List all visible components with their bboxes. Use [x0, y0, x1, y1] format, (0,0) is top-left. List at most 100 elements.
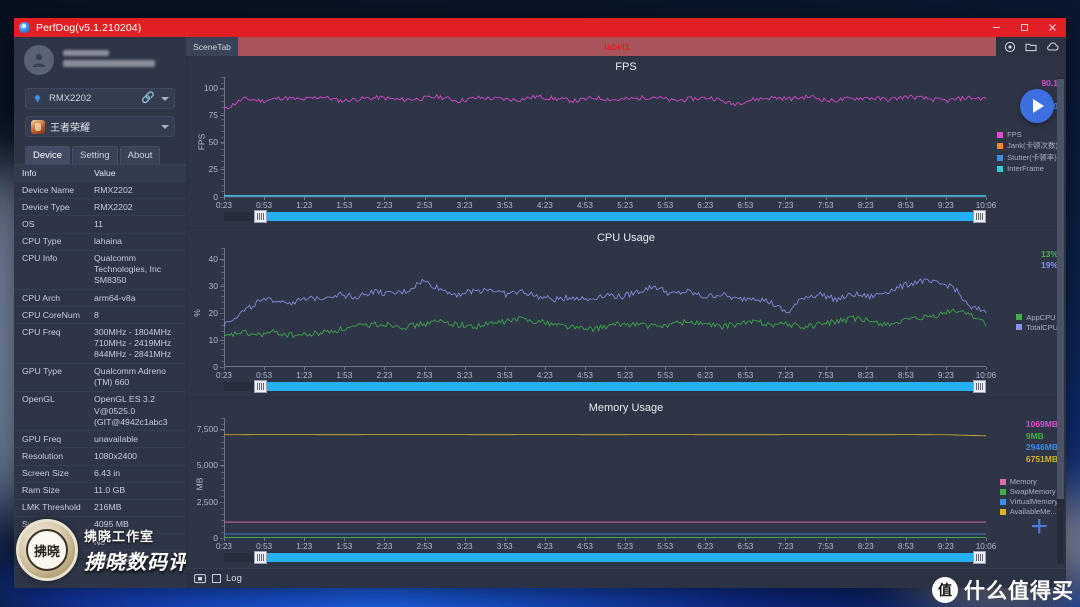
table-row: Screen Size 6.43 in	[14, 466, 186, 483]
slider-handle-left[interactable]	[254, 551, 268, 565]
slider-handle-right[interactable]	[973, 380, 986, 394]
legend-item[interactable]: FPS	[997, 130, 1058, 139]
x-tick-label: 2:23	[376, 200, 393, 210]
legend-item[interactable]: Jank(卡顿次数)	[997, 140, 1058, 151]
close-button[interactable]	[1038, 18, 1066, 37]
info-value: Qualcomm Adreno (TM) 660	[94, 366, 166, 388]
legend-item[interactable]: AvailableMe...	[999, 507, 1058, 516]
x-tick-label: 7:23	[777, 200, 794, 210]
x-tick-label: 6:53	[737, 371, 754, 381]
info-value: unavailable	[94, 433, 138, 444]
app-selector-value: 王者荣耀	[50, 123, 90, 134]
legend-label: Memory	[1009, 477, 1037, 487]
time-range-slider[interactable]	[224, 551, 986, 565]
legend-item[interactable]: AppCPU	[1016, 313, 1058, 322]
x-tick-label: 1:23	[296, 371, 313, 381]
info-key: Root	[22, 536, 41, 547]
info-value: 11	[94, 218, 104, 229]
tab-device[interactable]: Device	[25, 146, 71, 164]
legend-label: Stutter(卡顿率)	[1007, 153, 1057, 162]
chart-readouts: 1069MB 9MB 2946MB 6751MB	[1026, 419, 1058, 465]
info-value: 6.43 in	[94, 468, 121, 478]
chart-legend: FPS Jank(卡顿次数) Stutter(卡顿率) InterFrame	[997, 130, 1058, 174]
cloud-icon[interactable]	[1046, 41, 1059, 53]
slider-fill[interactable]	[262, 382, 986, 392]
x-tick-mark	[384, 196, 386, 200]
legend-item[interactable]: TotalCPU	[1016, 323, 1058, 332]
slider-handle-left[interactable]	[254, 209, 268, 223]
x-tick-label: 8:23	[857, 542, 874, 552]
x-tick-mark	[905, 367, 907, 371]
time-range-slider[interactable]	[224, 380, 986, 394]
table-row: CPU Arch arm64-v8a	[14, 290, 186, 308]
x-tick-mark	[504, 196, 506, 200]
log-checkbox[interactable]	[212, 574, 221, 583]
x-tick-mark	[705, 196, 707, 200]
info-value: 11.0 GB	[94, 485, 126, 496]
chart-title: CPU Usage	[596, 231, 656, 244]
info-value: bfde51d2	[94, 553, 131, 564]
x-tick-label: 6:23	[697, 542, 714, 552]
tab-about[interactable]: About	[119, 146, 161, 164]
legend-item[interactable]: Memory	[999, 477, 1058, 487]
x-tick-label: 10:06	[975, 200, 997, 210]
chart-title: Memory Usage	[588, 402, 664, 415]
vertical-scrollbar[interactable]	[1057, 77, 1064, 564]
x-tick-label: 8:23	[857, 371, 874, 381]
minimize-button[interactable]	[982, 18, 1010, 37]
x-tick-label: 3:23	[456, 542, 473, 552]
legend-item[interactable]: SwapMemory	[999, 487, 1058, 496]
slider-handle-left[interactable]	[254, 380, 268, 394]
x-tick-label: 7:53	[817, 371, 834, 381]
x-tick-mark	[986, 538, 987, 542]
tab-setting[interactable]: Setting	[72, 146, 118, 164]
x-tick-mark	[625, 538, 627, 542]
device-selector[interactable]: RMX2202 🔗	[25, 88, 175, 109]
scene-tab-bar: SceneTab label1	[186, 37, 1066, 56]
chevron-down-icon[interactable]	[161, 96, 169, 101]
x-tick-mark	[945, 367, 947, 371]
legend-item[interactable]: Stutter(卡顿率)	[997, 152, 1058, 163]
slider-fill[interactable]	[262, 553, 986, 563]
folder-icon[interactable]	[1025, 41, 1037, 53]
app-selector[interactable]: 王者荣耀	[25, 116, 175, 137]
chevron-down-icon[interactable]	[161, 124, 169, 129]
x-tick-mark	[865, 196, 867, 200]
slider-handle-right[interactable]	[973, 551, 986, 565]
x-tick-label: 2:53	[416, 200, 433, 210]
x-tick-mark	[344, 196, 346, 200]
x-tick-label: 5:53	[657, 200, 674, 210]
x-tick-mark	[264, 196, 266, 200]
screenshot-icon[interactable]	[194, 573, 206, 584]
android-icon	[31, 92, 44, 105]
play-button[interactable]	[1020, 89, 1054, 123]
x-tick-label: 2:53	[416, 542, 433, 552]
legend-item[interactable]: InterFrame	[997, 164, 1058, 173]
link-icon[interactable]: 🔗	[141, 93, 155, 104]
scene-tab[interactable]: SceneTab	[186, 37, 238, 56]
window-titlebar: PerfDog(v5.1.210204)	[14, 18, 1066, 37]
add-chart-button[interactable]: +	[1030, 512, 1048, 542]
device-info-table: Info Value Device Name RMX2202 Device Type…	[14, 164, 186, 569]
maximize-button[interactable]	[1010, 18, 1038, 37]
x-tick-mark	[945, 196, 947, 200]
info-value: 8	[94, 309, 99, 320]
info-value: OpenGL ES 3.2 V@0525.0 (GIT@4942c1abc3	[94, 394, 168, 427]
x-tick-mark	[705, 367, 707, 371]
info-key: SerialNum	[22, 553, 63, 564]
user-profile[interactable]	[14, 37, 186, 81]
time-range-slider[interactable]	[224, 209, 986, 223]
table-row: Device Name RMX2202	[14, 182, 186, 200]
slider-handle-right[interactable]	[973, 209, 986, 223]
sidebar: RMX2202 🔗 王者荣耀 Device Setting About Info…	[14, 37, 188, 588]
scene-label-bar[interactable]: label1	[238, 37, 996, 56]
x-tick-label: 1:23	[296, 200, 313, 210]
table-row: CPU CoreNum 8	[14, 307, 186, 325]
readout-value: 6751MB	[1025, 453, 1058, 464]
scrollbar-thumb[interactable]	[1057, 79, 1064, 499]
x-tick-label: 4:23	[536, 371, 553, 381]
legend-item[interactable]: VirtualMemory	[999, 497, 1058, 506]
slider-fill[interactable]	[262, 211, 986, 221]
location-icon[interactable]	[1004, 41, 1016, 53]
x-tick-mark	[464, 196, 466, 200]
